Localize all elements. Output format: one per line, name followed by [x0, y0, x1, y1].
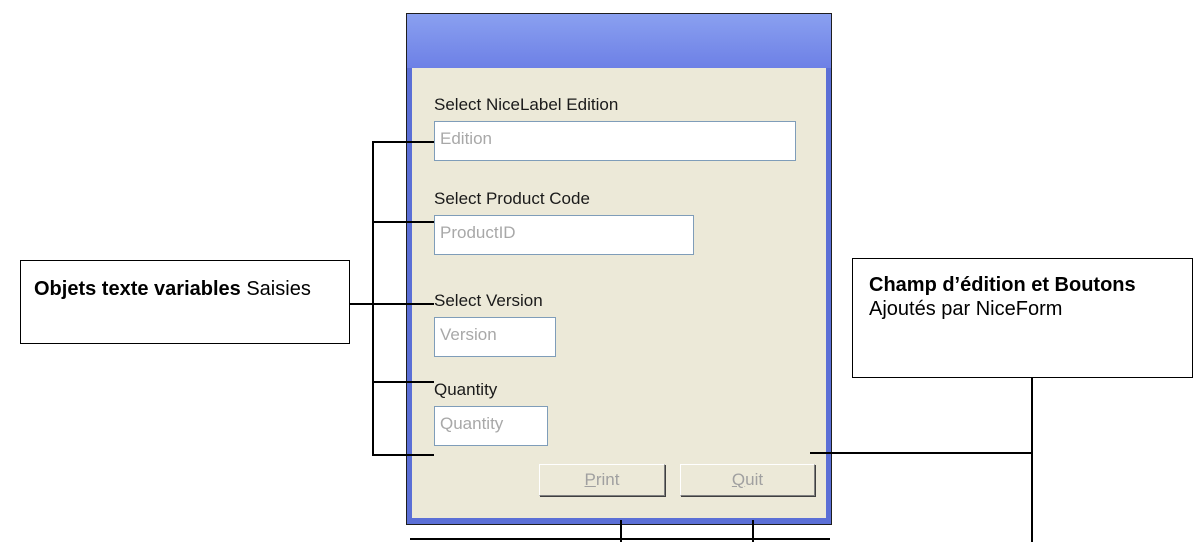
quit-label: uit [745, 470, 764, 489]
product-code-field[interactable]: ProductID [434, 215, 694, 255]
print-label: rint [595, 470, 620, 489]
version-label: Select Version [434, 291, 543, 310]
version-field[interactable]: Version [434, 317, 556, 357]
quit-mnemonic: Q [731, 470, 746, 489]
left-bracket-spine [372, 141, 374, 455]
bracket-tick-version [372, 303, 434, 305]
print-button[interactable]: Print [539, 464, 665, 496]
window-titlebar[interactable] [407, 14, 831, 68]
bottom-tick-quit [752, 520, 754, 542]
left-callout-normal: Saisies [246, 278, 311, 300]
bracket-tick-edition [372, 141, 434, 143]
edition-field[interactable]: Edition [434, 121, 796, 161]
right-callout-box: Champ d’édition et Boutons Ajoutés par N… [852, 258, 1193, 378]
left-callout-box: Objets texte variables Saisies [20, 260, 350, 344]
bracket-tick-bottom [372, 454, 434, 456]
product-code-label: Select Product Code [434, 189, 590, 208]
right-callout-normal: Ajoutés par NiceForm [869, 298, 1063, 320]
niceform-window: Select NiceLabel Edition Edition Select … [406, 13, 832, 525]
bottom-tick-print [620, 520, 622, 542]
window-frame: Select NiceLabel Edition Edition Select … [407, 14, 831, 524]
quantity-label: Quantity [434, 380, 498, 399]
right-callout-bold: Champ d’édition et Boutons [869, 274, 1136, 296]
left-callout-connector [349, 303, 374, 305]
print-mnemonic: P [584, 470, 596, 489]
left-callout-bold: Objets texte variables [34, 278, 241, 300]
bracket-tick-product [372, 221, 434, 223]
quantity-field[interactable]: Quantity [434, 406, 548, 446]
form-client-area: Select NiceLabel Edition Edition Select … [412, 68, 826, 518]
right-callout-connector-vertical [1031, 377, 1033, 542]
quit-button[interactable]: Quit [680, 464, 815, 496]
edition-label: Select NiceLabel Edition [434, 95, 619, 114]
right-callout-connector-horizontal [810, 452, 1032, 454]
bracket-tick-quantity [372, 381, 434, 383]
